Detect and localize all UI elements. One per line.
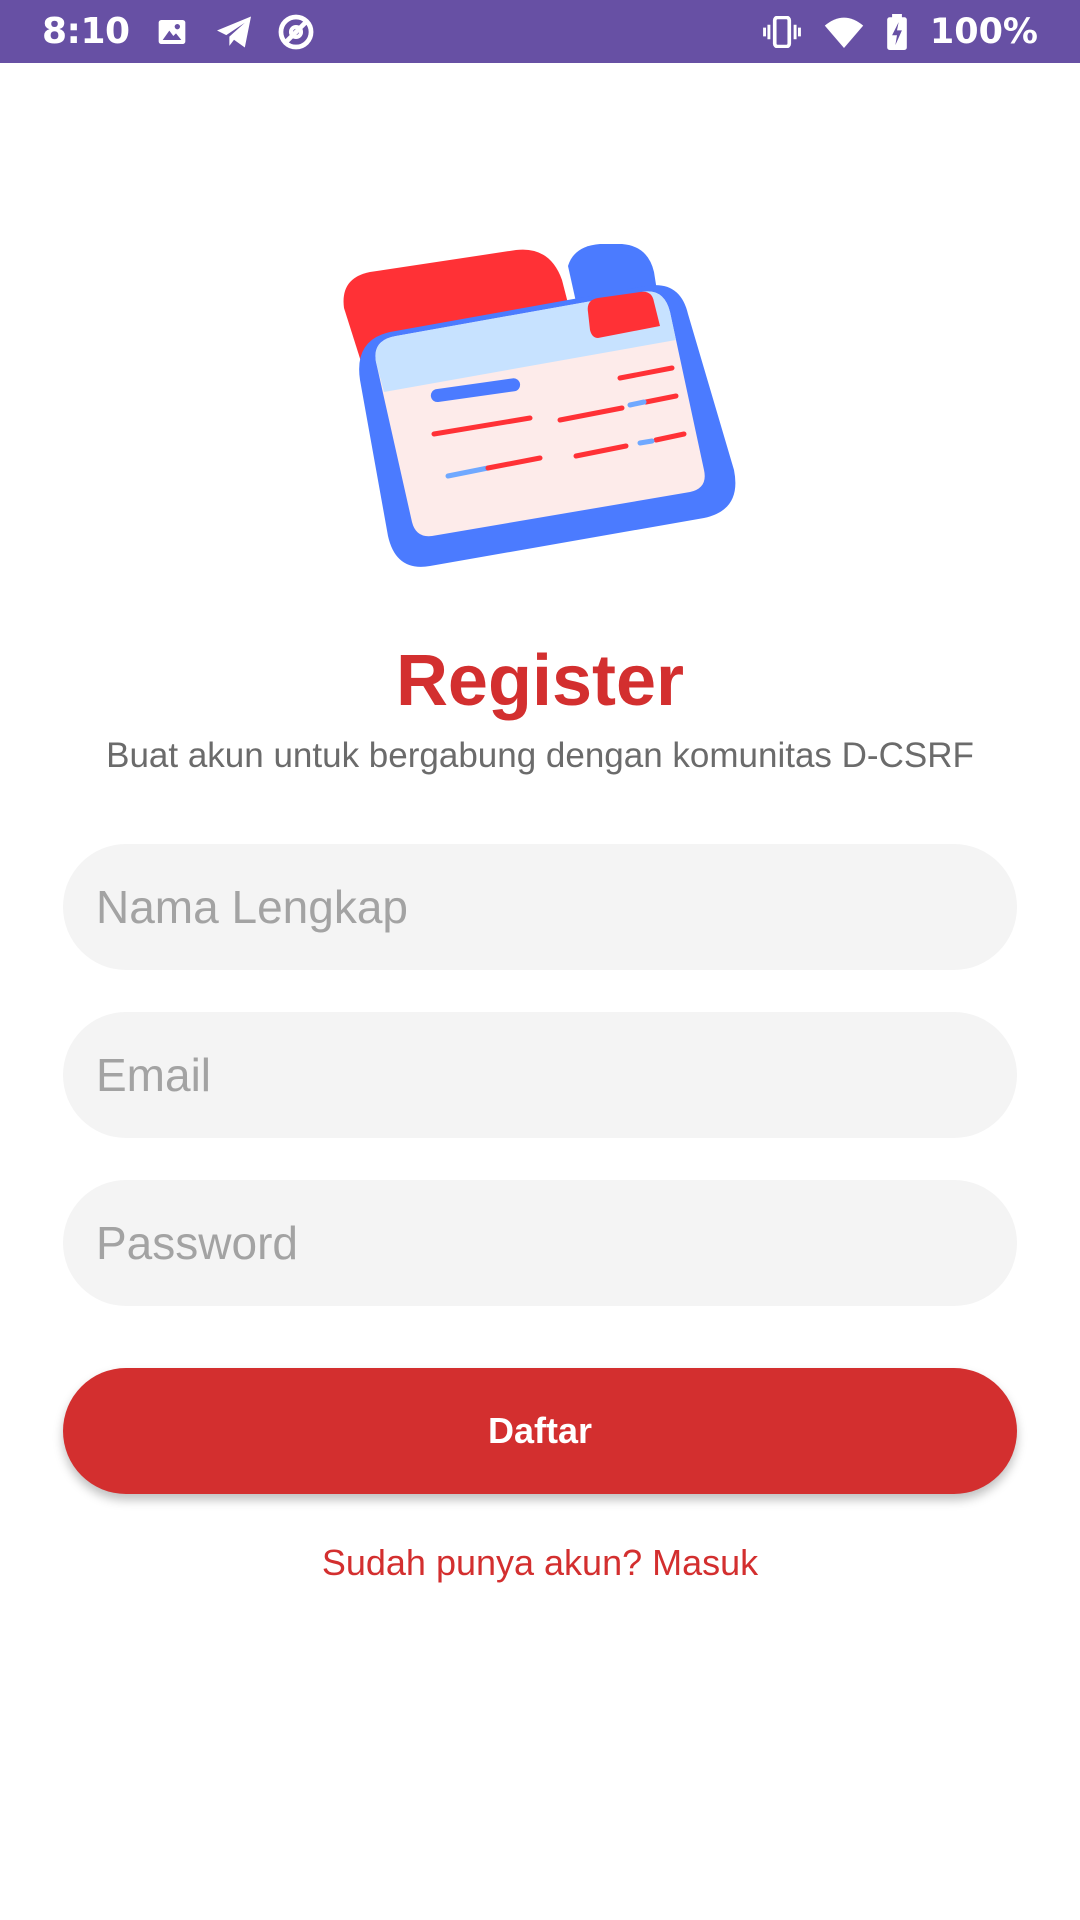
password-input[interactable] — [63, 1180, 1017, 1306]
login-link[interactable]: Sudah punya akun? Masuk — [0, 1542, 1080, 1584]
page-subtitle: Buat akun untuk bergabung dengan komunit… — [106, 736, 974, 775]
battery-charging-icon — [886, 12, 908, 52]
telegram-icon — [214, 12, 254, 52]
status-bar-right: 100% — [762, 12, 1038, 52]
image-icon — [152, 12, 192, 52]
register-button[interactable]: Daftar — [63, 1368, 1017, 1494]
page-title: Register — [395, 641, 685, 721]
at-sign-icon — [276, 12, 316, 52]
vibrate-icon — [762, 12, 802, 52]
wifi-icon — [824, 12, 864, 52]
status-time: 8:10 — [42, 11, 130, 52]
folder-cards-illustration — [330, 230, 750, 580]
full-name-input[interactable] — [63, 844, 1017, 970]
status-bar-left: 8:10 — [42, 11, 316, 52]
status-bar: 8:10 100% — [0, 0, 1080, 63]
email-input[interactable] — [63, 1012, 1017, 1138]
battery-percentage: 100% — [929, 11, 1038, 52]
